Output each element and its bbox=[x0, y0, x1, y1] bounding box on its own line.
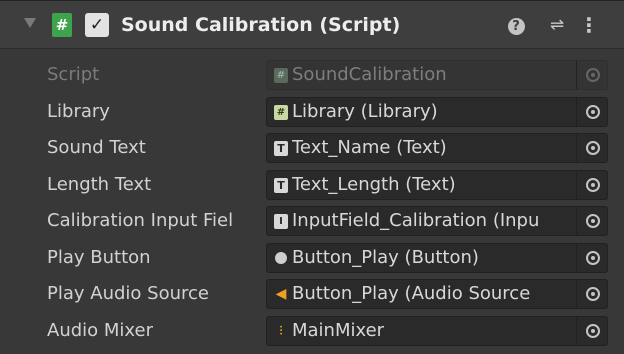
object-field-calibration-input-field[interactable]: I InputField_Calibration (Inpu bbox=[266, 206, 608, 236]
property-label: Audio Mixer bbox=[47, 319, 153, 341]
button-icon bbox=[274, 251, 288, 266]
audio-mixer-icon: ⫶ bbox=[279, 323, 283, 338]
property-row-play-audio-source: Play Audio Source ◀ Button_Play (Audio Sou… bbox=[0, 276, 624, 311]
property-row-audio-mixer: Audio Mixer ⫶ MainMixer bbox=[0, 313, 624, 348]
property-row-play-button: Play Button Button_Play (Button) bbox=[0, 240, 624, 275]
property-row-script: Script # SoundCalibration bbox=[0, 57, 624, 92]
picker-divider bbox=[576, 316, 577, 345]
text-icon: T bbox=[274, 141, 288, 156]
property-label: Script bbox=[47, 64, 100, 85]
object-picker-icon[interactable] bbox=[586, 250, 600, 265]
component-header[interactable]: # ✓ Sound Calibration (Script) ? ⇌ ⋮ bbox=[0, 1, 624, 49]
component-enabled-checkbox[interactable]: ✓ bbox=[85, 13, 109, 37]
foldout-arrow-icon[interactable] bbox=[24, 18, 36, 28]
script-icon: # bbox=[52, 13, 72, 37]
object-field-play-button[interactable]: Button_Play (Button) bbox=[266, 242, 608, 273]
object-field-value: Library (Library) bbox=[292, 100, 438, 122]
picker-divider bbox=[576, 134, 577, 162]
object-field-value: MainMixer bbox=[292, 319, 385, 341]
picker-divider bbox=[576, 97, 577, 126]
picker-divider bbox=[576, 243, 577, 272]
object-picker-icon[interactable] bbox=[586, 104, 600, 119]
script-icon: # bbox=[274, 104, 288, 120]
object-field-value: Text_Name (Text) bbox=[292, 137, 447, 158]
picker-divider bbox=[576, 207, 577, 235]
object-field-value: Button_Play (Audio Source bbox=[292, 283, 531, 304]
object-picker-icon bbox=[586, 68, 600, 82]
object-field-value: Text_Length (Text) bbox=[292, 173, 456, 195]
object-field-value: InputField_Calibration (Inpu bbox=[292, 210, 540, 231]
object-field-script: # SoundCalibration bbox=[266, 60, 608, 90]
script-icon: # bbox=[274, 68, 288, 83]
object-picker-icon[interactable] bbox=[586, 323, 600, 338]
object-field-length-text[interactable]: T Text_Length (Text) bbox=[266, 169, 608, 200]
property-label: Play Audio Source bbox=[47, 283, 209, 304]
inspector-component-panel: # ✓ Sound Calibration (Script) ? ⇌ ⋮ Scr… bbox=[0, 0, 624, 354]
audio-source-icon: ◀ bbox=[275, 286, 287, 302]
object-field-play-audio-source[interactable]: ◀ Button_Play (Audio Source bbox=[266, 279, 608, 309]
property-row-sound-text: Sound Text T Text_Name (Text) bbox=[0, 130, 624, 165]
property-label: Length Text bbox=[47, 173, 152, 195]
picker-divider bbox=[576, 61, 577, 89]
object-field-audio-mixer[interactable]: ⫶ MainMixer bbox=[266, 315, 608, 346]
object-picker-icon[interactable] bbox=[586, 214, 600, 228]
property-row-length-text: Length Text T Text_Length (Text) bbox=[0, 167, 624, 202]
input-field-icon: I bbox=[274, 214, 288, 229]
property-label: Calibration Input Fiel bbox=[47, 210, 234, 231]
object-picker-icon[interactable] bbox=[586, 287, 600, 301]
component-title: Sound Calibration (Script) bbox=[121, 14, 401, 36]
object-field-value: Button_Play (Button) bbox=[292, 246, 479, 268]
picker-divider bbox=[576, 170, 577, 199]
property-label: Play Button bbox=[47, 246, 151, 268]
presets-icon[interactable]: ⇌ bbox=[546, 13, 568, 37]
property-label: Sound Text bbox=[47, 137, 146, 158]
text-icon: T bbox=[274, 177, 288, 193]
object-picker-icon[interactable] bbox=[586, 177, 600, 192]
help-icon[interactable]: ? bbox=[505, 13, 527, 37]
property-row-library: Library # Library (Library) bbox=[0, 94, 624, 129]
property-label: Library bbox=[47, 100, 110, 122]
object-field-sound-text[interactable]: T Text_Name (Text) bbox=[266, 133, 608, 163]
object-field-value: SoundCalibration bbox=[292, 64, 447, 85]
context-menu-icon[interactable]: ⋮ bbox=[578, 13, 600, 37]
property-row-calibration-input-field: Calibration Input Fiel I InputField_Calibr… bbox=[0, 203, 624, 238]
object-field-library[interactable]: # Library (Library) bbox=[266, 96, 608, 127]
object-picker-icon[interactable] bbox=[586, 141, 600, 155]
picker-divider bbox=[576, 280, 577, 308]
